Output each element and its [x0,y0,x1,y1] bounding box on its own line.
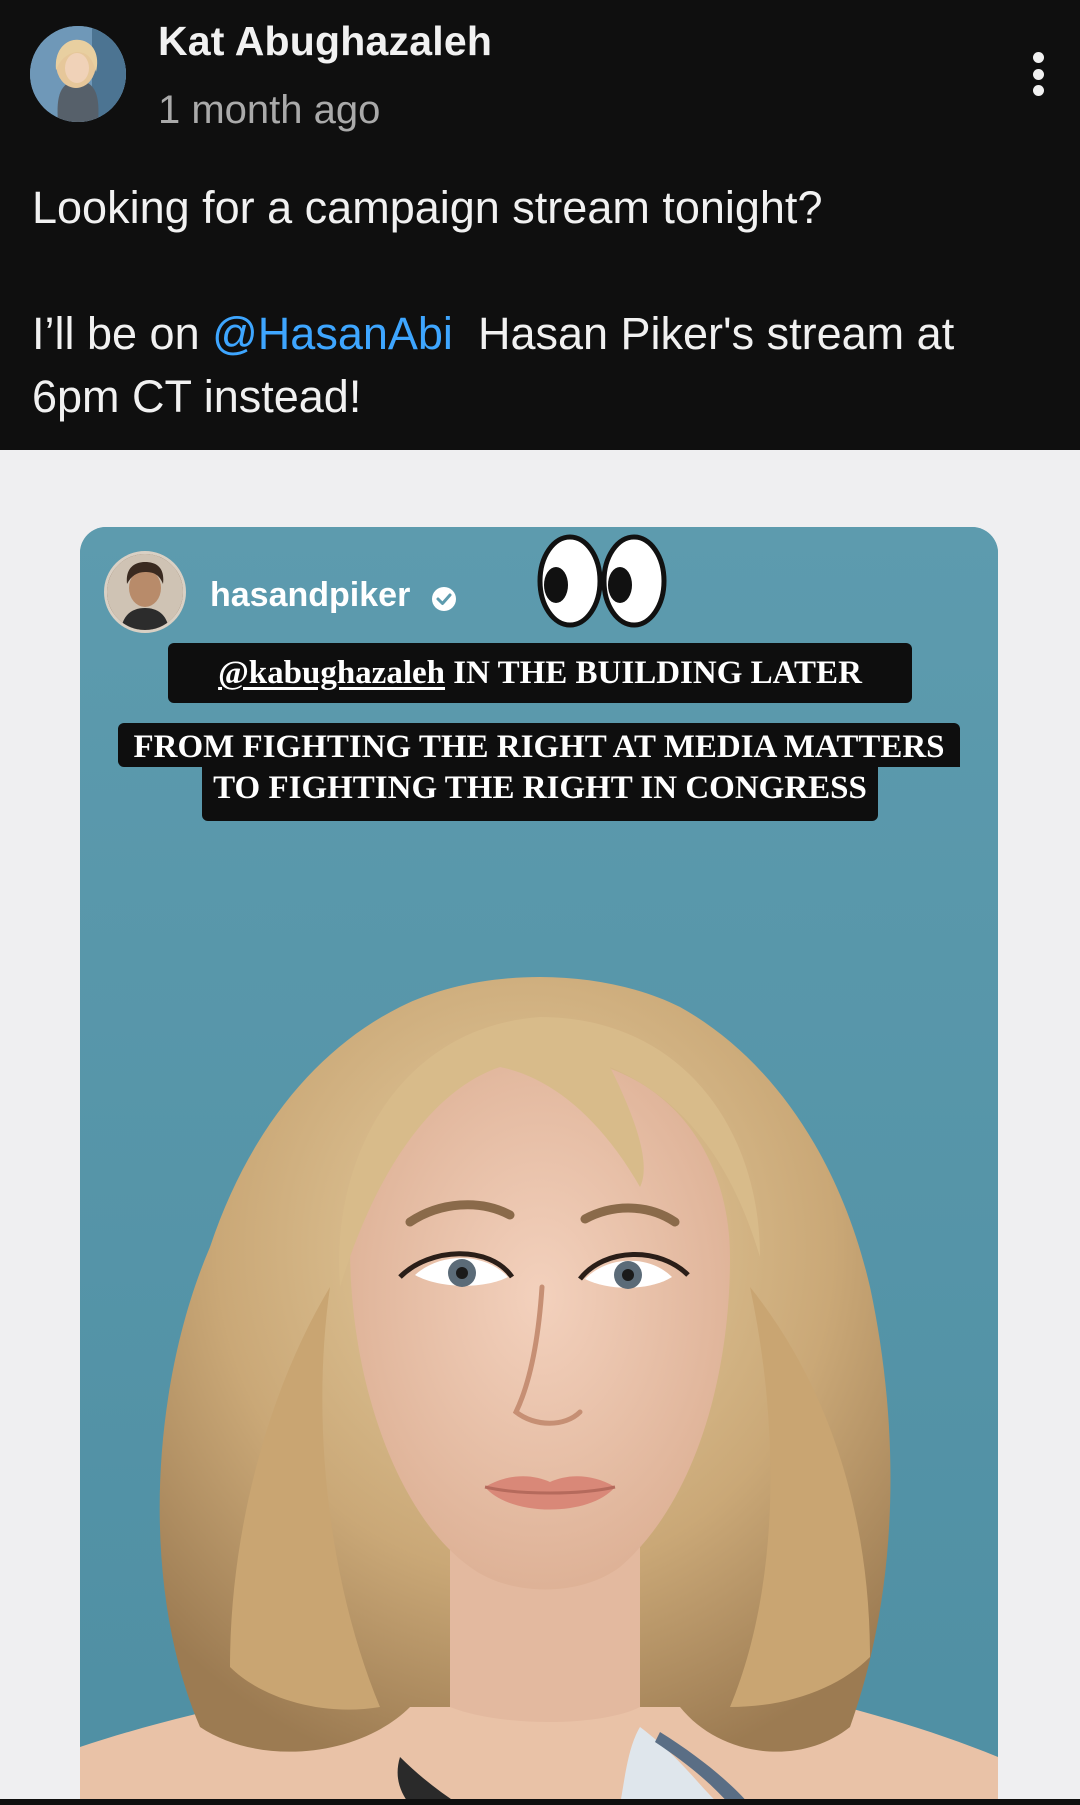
instagram-username: hasandpiker [210,576,411,614]
portrait-photo [80,977,998,1805]
eyes-emoji [537,534,667,628]
story-caption-2-line-2: TO FIGHTING THE RIGHT IN CONGRESS [202,765,878,821]
community-post-header: Kat Abughazaleh 1 month ago Looking for … [0,0,1080,450]
story-caption-1: @kabughazaleh IN THE BUILDING LATER [168,643,912,703]
post-timestamp: 1 month ago [158,88,381,132]
instagram-avatar [104,551,186,633]
post-text-fragment: I’ll be on [32,308,213,359]
post-text-line: 6pm CT instead! [32,371,362,422]
post-text-line: Looking for a campaign stream tonight? [32,182,823,233]
verified-badge-icon [432,587,456,611]
bottom-divider [0,1799,1080,1805]
post-text-line: I’ll be on @HasanAbi Hasan Piker's strea… [32,302,1042,365]
more-vert-icon[interactable] [1020,46,1056,102]
story-caption-2-line-1: FROM FIGHTING THE RIGHT AT MEDIA MATTERS [118,723,960,767]
caption-handle: @kabughazaleh [218,655,446,691]
caption-text: IN THE BUILDING LATER [445,655,862,691]
channel-mention-link[interactable]: @HasanAbi [212,308,453,359]
instagram-story-card: hasandpiker @kabughazaleh IN THE BUILDIN… [80,527,998,1805]
post-text-fragment: Hasan Piker's stream at [452,308,955,359]
post-image[interactable]: hasandpiker @kabughazaleh IN THE BUILDIN… [0,450,1080,1805]
post-text: Looking for a campaign stream tonight? I… [32,176,1042,428]
author-name[interactable]: Kat Abughazaleh [158,18,492,65]
author-avatar[interactable] [30,26,126,122]
